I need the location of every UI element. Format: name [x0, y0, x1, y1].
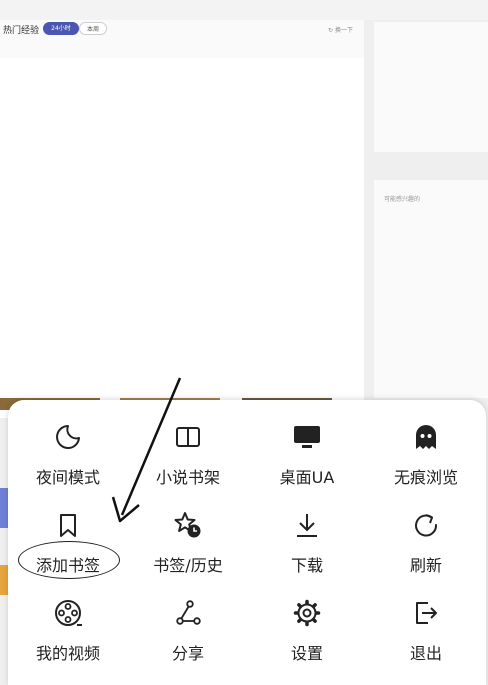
annotation-arrow — [111, 377, 182, 523]
